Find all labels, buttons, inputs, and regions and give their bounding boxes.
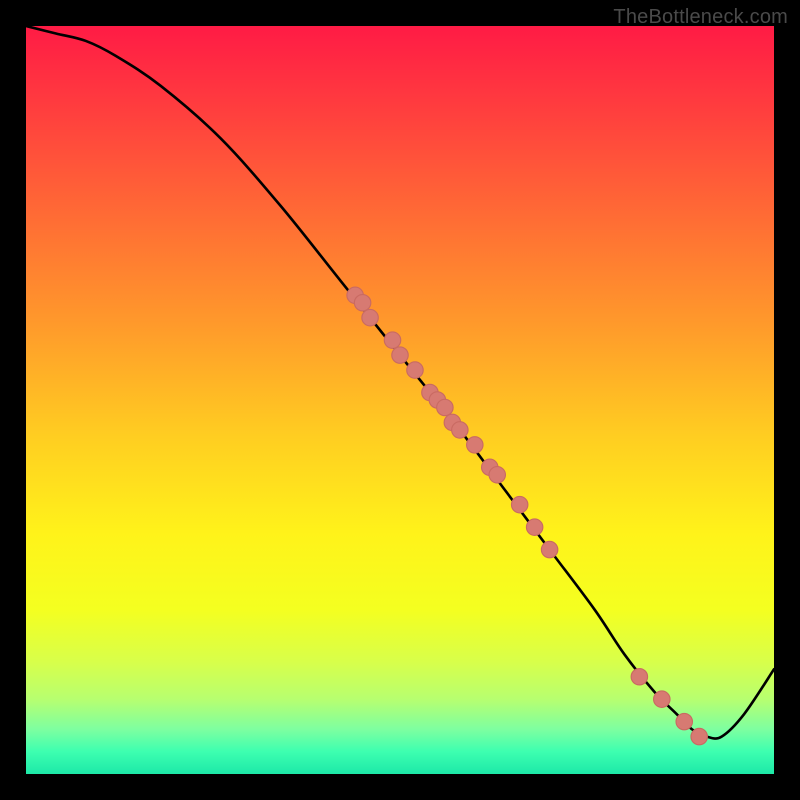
plot-area: [26, 26, 774, 774]
main-curve: [26, 26, 774, 739]
data-point: [526, 519, 542, 535]
data-point: [654, 691, 670, 707]
data-point: [489, 467, 505, 483]
data-point: [384, 332, 400, 348]
data-point: [354, 295, 370, 311]
data-point: [676, 713, 692, 729]
data-point: [392, 347, 408, 363]
data-point: [467, 437, 483, 453]
data-point: [511, 496, 527, 512]
curve-layer: [26, 26, 774, 774]
chart-frame: TheBottleneck.com: [0, 0, 800, 800]
scatter-points: [347, 287, 708, 745]
data-point: [407, 362, 423, 378]
data-point: [691, 728, 707, 744]
data-point: [362, 309, 378, 325]
data-point: [452, 422, 468, 438]
data-point: [437, 399, 453, 415]
data-point: [541, 541, 557, 557]
data-point: [631, 669, 647, 685]
watermark-text: TheBottleneck.com: [613, 6, 788, 29]
